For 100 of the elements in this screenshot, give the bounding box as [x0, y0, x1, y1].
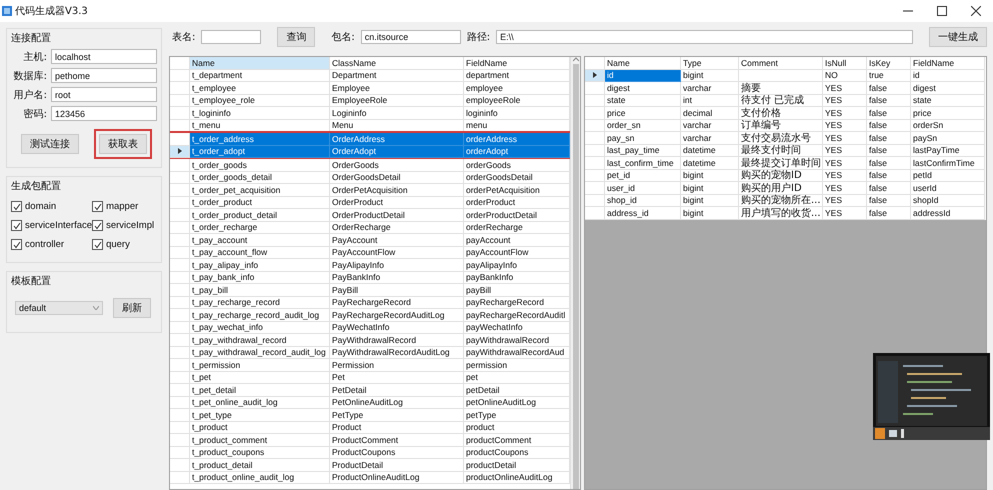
- table-cell[interactable]: 支付价格: [739, 107, 823, 120]
- table-cell[interactable]: YES: [823, 132, 867, 144]
- table-cell[interactable]: t_pet: [190, 372, 330, 384]
- table-cell[interactable]: Logininfo: [330, 107, 464, 120]
- table-cell[interactable]: t_pay_recharge_record: [190, 296, 330, 309]
- table-cell[interactable]: datetime: [681, 144, 739, 157]
- table-cell[interactable]: productCoupons: [464, 446, 570, 459]
- table-cell[interactable]: state: [605, 94, 681, 107]
- table-cell[interactable]: 最终支付时间: [739, 144, 823, 157]
- table-cell[interactable]: t_pet_type: [190, 409, 330, 422]
- table-cell[interactable]: false: [867, 157, 911, 170]
- table-cell[interactable]: price: [911, 107, 985, 120]
- table-cell[interactable]: pet: [464, 372, 570, 384]
- table-cell[interactable]: t_logininfo: [190, 107, 330, 120]
- generate-button[interactable]: 一键生成: [929, 27, 987, 47]
- table-cell[interactable]: false: [867, 194, 911, 207]
- table-cell[interactable]: t_product_detail: [190, 459, 330, 472]
- table-cell[interactable]: bigint: [681, 207, 739, 220]
- table-cell[interactable]: t_pet_detail: [190, 384, 330, 396]
- table-cell[interactable]: PayAlipayInfo: [330, 259, 464, 272]
- table-cell[interactable]: OrderAdopt: [330, 146, 464, 158]
- table-cell[interactable]: payWithdrawalRecordAud: [464, 346, 570, 359]
- table-cell[interactable]: OrderProduct: [330, 196, 464, 209]
- table-cell[interactable]: ProductOnlineAuditLog: [330, 472, 464, 484]
- checkbox[interactable]: [11, 201, 22, 212]
- table-cell[interactable]: shopId: [911, 194, 985, 207]
- table-cell[interactable]: decimal: [681, 107, 739, 120]
- table-cell[interactable]: orderAddress: [464, 133, 570, 146]
- table-cell[interactable]: false: [867, 120, 911, 132]
- table-cell[interactable]: payBill: [464, 284, 570, 296]
- table-cell[interactable]: PayWechatInfo: [330, 322, 464, 334]
- table-cell[interactable]: PayBankInfo: [330, 272, 464, 284]
- table-cell[interactable]: t_product_online_audit_log: [190, 472, 330, 484]
- table-cell[interactable]: varchar: [681, 132, 739, 144]
- table-cell[interactable]: productComment: [464, 434, 570, 446]
- table-cell[interactable]: false: [867, 82, 911, 94]
- checkbox[interactable]: [92, 201, 104, 212]
- input-field[interactable]: cn.itsource: [360, 30, 461, 44]
- table-cell[interactable]: logininfo: [464, 107, 570, 120]
- table-cell[interactable]: t_order_product: [190, 196, 330, 209]
- table-cell[interactable]: YES: [823, 157, 867, 170]
- table-cell[interactable]: false: [867, 94, 911, 107]
- table-cell[interactable]: YES: [823, 82, 867, 94]
- row-header[interactable]: [585, 70, 605, 82]
- table-cell[interactable]: varchar: [681, 82, 739, 94]
- table-cell[interactable]: t_order_product_detail: [190, 209, 330, 222]
- column-header[interactable]: IsNull: [823, 57, 867, 70]
- table-cell[interactable]: pay_sn: [605, 132, 681, 144]
- table-cell[interactable]: t_product: [190, 422, 330, 434]
- table-cell[interactable]: int: [681, 94, 739, 107]
- table-cell[interactable]: id: [911, 70, 985, 82]
- table-cell[interactable]: employee: [464, 82, 570, 94]
- table-cell[interactable]: t_employee: [190, 82, 330, 94]
- table-cell[interactable]: OrderPetAcquisition: [330, 184, 464, 196]
- table-cell[interactable]: OrderGoodsDetail: [330, 172, 464, 184]
- table-cell[interactable]: payRechargeRecordAuditl: [464, 309, 570, 322]
- table-cell[interactable]: datetime: [681, 157, 739, 170]
- table-cell[interactable]: YES: [823, 170, 867, 182]
- table-cell[interactable]: true: [867, 70, 911, 82]
- table-cell[interactable]: employeeRole: [464, 94, 570, 107]
- table-cell[interactable]: 购买的宠物所在...: [739, 194, 823, 207]
- table-cell[interactable]: t_pay_bill: [190, 284, 330, 296]
- table-cell[interactable]: user_id: [605, 182, 681, 194]
- column-header[interactable]: Name: [605, 57, 681, 70]
- table-cell[interactable]: productOnlineAuditLog: [464, 472, 570, 484]
- table-cell[interactable]: Pet: [330, 372, 464, 384]
- table-cell[interactable]: orderGoodsDetail: [464, 172, 570, 184]
- table-cell[interactable]: paySn: [911, 132, 985, 144]
- checkbox[interactable]: [11, 220, 22, 231]
- table-cell[interactable]: bigint: [681, 194, 739, 207]
- table-cell[interactable]: userId: [911, 182, 985, 194]
- table-cell[interactable]: PayWithdrawalRecord: [330, 334, 464, 346]
- template-dropdown[interactable]: default: [15, 301, 103, 315]
- table-cell[interactable]: orderAdopt: [464, 146, 570, 158]
- input-field[interactable]: localhost: [51, 49, 157, 64]
- table-cell[interactable]: t_pay_account: [190, 234, 330, 246]
- table-cell[interactable]: ProductDetail: [330, 459, 464, 472]
- table-cell[interactable]: Permission: [330, 359, 464, 372]
- table-cell[interactable]: varchar: [681, 120, 739, 132]
- table-cell[interactable]: lastConfirmTime: [911, 157, 985, 170]
- table-cell[interactable]: productDetail: [464, 459, 570, 472]
- column-header[interactable]: IsKey: [867, 57, 911, 70]
- column-header[interactable]: Name: [190, 57, 330, 70]
- table-cell[interactable]: YES: [823, 94, 867, 107]
- checkbox[interactable]: [92, 239, 104, 250]
- table-cell[interactable]: YES: [823, 144, 867, 157]
- table-cell[interactable]: ProductComment: [330, 434, 464, 446]
- table-cell[interactable]: PetOnlineAuditLog: [330, 396, 464, 409]
- table-cell[interactable]: YES: [823, 194, 867, 207]
- table-cell[interactable]: YES: [823, 107, 867, 120]
- table-cell[interactable]: lastPayTime: [911, 144, 985, 157]
- table-cell[interactable]: false: [867, 182, 911, 194]
- table-cell[interactable]: last_pay_time: [605, 144, 681, 157]
- table-cell[interactable]: t_pay_account_flow: [190, 246, 330, 259]
- column-header[interactable]: Comment: [739, 57, 823, 70]
- table-cell[interactable]: addressId: [911, 207, 985, 220]
- table-cell[interactable]: payWechatInfo: [464, 322, 570, 334]
- table-cell[interactable]: Department: [330, 70, 464, 82]
- table-cell[interactable]: PayAccountFlow: [330, 246, 464, 259]
- table-cell[interactable]: orderPetAcquisition: [464, 184, 570, 196]
